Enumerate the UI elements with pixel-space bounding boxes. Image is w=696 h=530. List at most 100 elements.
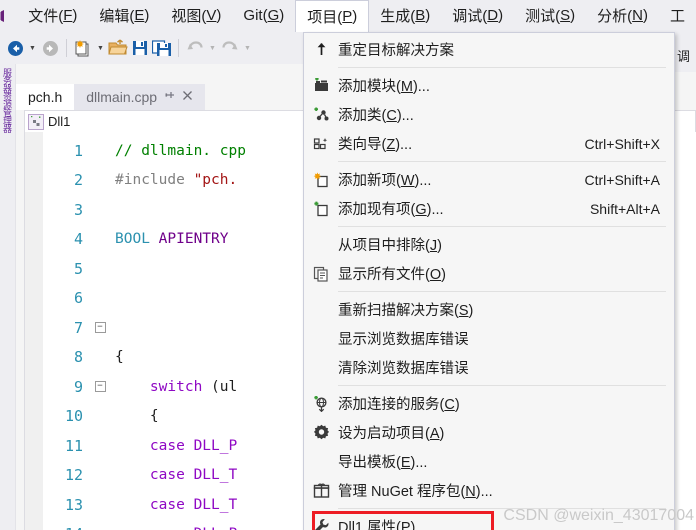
- menu-bar-item-3[interactable]: Git(G): [232, 0, 295, 32]
- menu-item-0[interactable]: 重定目标解决方案: [304, 35, 674, 64]
- menu-item-7[interactable]: 添加现有项(G)... Shift+Alt+A: [304, 194, 674, 223]
- menu-bar-item-7[interactable]: 测试(S): [514, 0, 586, 32]
- menu-item-12[interactable]: 重新扫描解决方案(S): [304, 295, 674, 324]
- menu-label: 分析(: [597, 8, 633, 25]
- watermark-text: CSDN @weixin_43017004: [503, 507, 694, 524]
- save-all-icon[interactable]: [151, 36, 173, 60]
- menu-label: 测试(: [525, 8, 561, 25]
- menu-mnemonic: E: [134, 7, 145, 24]
- menu-mnemonic: G: [267, 7, 280, 24]
- menu-bar-item-5[interactable]: 生成(B): [369, 0, 441, 32]
- menu-mnemonic: N: [632, 7, 643, 24]
- menu-bar-item-0[interactable]: 文件(F): [17, 0, 88, 32]
- menu-item-9[interactable]: 从项目中排除(J): [304, 230, 674, 259]
- code-token: APIENTRY: [158, 231, 229, 248]
- menu-item-2[interactable]: 添加模块(M)...: [304, 71, 674, 100]
- menu-item-16[interactable]: 添加连接的服务(C): [304, 389, 674, 418]
- menu-item-shortcut: Shift+Alt+A: [589, 200, 660, 217]
- menu-mnemonic: P: [342, 7, 353, 25]
- menu-item-17[interactable]: 设为启动项目(A): [304, 418, 674, 447]
- menu-item-label: 清除浏览数据库错误: [338, 361, 469, 377]
- menu-bar-item-9[interactable]: 工: [659, 0, 696, 32]
- visual-studio-logo-icon: [0, 0, 17, 32]
- menu-label: 编辑(: [99, 8, 135, 25]
- left-dock-label[interactable]: 服务器资源管理器: [1, 68, 14, 132]
- pin-icon[interactable]: [164, 90, 175, 104]
- code-token: // dllmain. cpp: [115, 142, 246, 159]
- editor-indicator-margin: [25, 132, 43, 530]
- menu-bar: 文件(F) 编辑(E) 视图(V) Git(G) 项目(P) 生成(B) 调试(D) 测试(S…: [0, 0, 696, 32]
- menu-mnemonic: D: [487, 7, 499, 24]
- navigate-back-icon[interactable]: [4, 36, 26, 60]
- line-number: 12: [64, 466, 83, 485]
- menu-bar-items: 文件(F) 编辑(E) 视图(V) Git(G) 项目(P) 生成(B) 调试(D) 测试(S…: [17, 0, 696, 32]
- code-token: (ul: [211, 378, 238, 395]
- menu-mnemonic: B: [415, 7, 426, 24]
- menu-bar-item-1[interactable]: 编辑(E): [88, 0, 160, 32]
- nuget-icon: [304, 483, 338, 499]
- menu-item-label: 类向导(Z)...: [338, 137, 413, 153]
- menu-item-18[interactable]: 导出模板(E)...: [304, 447, 674, 476]
- line-number: 14: [43, 525, 89, 530]
- menu-item-label: 管理 NuGet 程序包(N)...: [338, 484, 493, 500]
- line-number: 5: [73, 259, 83, 278]
- menu-label: 调试(: [452, 8, 488, 25]
- code-token: case DLL_P: [115, 526, 237, 530]
- collapse-region-icon[interactable]: −: [89, 322, 111, 334]
- fold-minus-box[interactable]: −: [94, 381, 106, 393]
- menu-label: 项目(: [307, 8, 343, 26]
- line-number: 1: [73, 141, 83, 160]
- redo-dropdown-icon: ▼: [244, 44, 251, 52]
- document-tab-dllmain-cpp[interactable]: dllmain.cpp: [74, 84, 206, 110]
- menu-separator: [338, 67, 666, 68]
- code-token: {: [115, 408, 159, 425]
- menu-item-4[interactable]: 类向导(Z)... Ctrl+Shift+X: [304, 129, 674, 158]
- fold-minus-box[interactable]: −: [94, 322, 106, 334]
- menu-item-6[interactable]: 添加新项(W)... Ctrl+Shift+A: [304, 165, 674, 194]
- menu-label: 文件(: [28, 8, 64, 25]
- menu-separator: [338, 291, 666, 292]
- line-number: 10: [64, 407, 83, 426]
- code-token: BOOL: [115, 231, 159, 248]
- menu-bar-item-4[interactable]: 项目(P): [295, 0, 370, 32]
- menu-bar-item-2[interactable]: 视图(V): [160, 0, 232, 32]
- code-token: #include: [115, 172, 194, 189]
- menu-label-tail: ): [425, 7, 431, 24]
- menu-item-14[interactable]: 清除浏览数据库错误: [304, 353, 674, 382]
- menu-item-10[interactable]: 显示所有文件(O): [304, 259, 674, 288]
- menu-bar-item-6[interactable]: 调试(D): [441, 0, 514, 32]
- gear-icon: [304, 424, 338, 441]
- right-edge-peek: 调: [675, 32, 696, 72]
- code-text: case DLL_T: [111, 497, 237, 513]
- document-tab-pch-h[interactable]: pch.h: [16, 84, 75, 110]
- menu-item-mnemonic: O: [429, 267, 442, 283]
- new-project-dropdown-icon[interactable]: ▼: [94, 36, 107, 60]
- left-tool-dock[interactable]: 服务器资源管理器: [0, 64, 16, 530]
- collapse-region-icon[interactable]: −: [89, 381, 111, 393]
- add-class-icon: [304, 107, 338, 123]
- menu-item-shortcut: Ctrl+Shift+X: [584, 135, 660, 152]
- retarget-arrow-icon: [304, 42, 338, 57]
- navbar-project-label[interactable]: Dll1: [48, 114, 70, 129]
- navigate-back-dropdown-icon[interactable]: ▼: [26, 36, 39, 60]
- menu-item-13[interactable]: 显示浏览数据库错误: [304, 324, 674, 353]
- menu-item-3[interactable]: 添加类(C)...: [304, 100, 674, 129]
- menu-item-mnemonic: E: [400, 455, 411, 471]
- code-token: case DLL_P: [115, 437, 238, 454]
- menu-item-19[interactable]: 管理 NuGet 程序包(N)...: [304, 476, 674, 505]
- code-text: {: [111, 408, 159, 424]
- open-file-icon[interactable]: [107, 36, 129, 60]
- menu-bar-item-8[interactable]: 分析(N): [586, 0, 659, 32]
- menu-item-label: 显示所有文件(O): [338, 267, 446, 283]
- code-token: switch: [115, 378, 212, 395]
- menu-item-label: 添加连接的服务(C): [338, 397, 460, 413]
- new-project-icon[interactable]: [72, 36, 94, 60]
- line-number: 7: [73, 318, 83, 337]
- code-text: #include "pch.: [111, 172, 237, 188]
- add-module-icon: [304, 77, 338, 94]
- code-text: case DLL_P: [111, 438, 237, 454]
- close-icon[interactable]: [182, 90, 193, 104]
- toolbar-separator-2: [178, 39, 179, 57]
- visual-studio-window: 文件(F) 编辑(E) 视图(V) Git(G) 项目(P) 生成(B) 调试(D) 测试(S…: [0, 0, 696, 530]
- save-icon[interactable]: [129, 36, 151, 60]
